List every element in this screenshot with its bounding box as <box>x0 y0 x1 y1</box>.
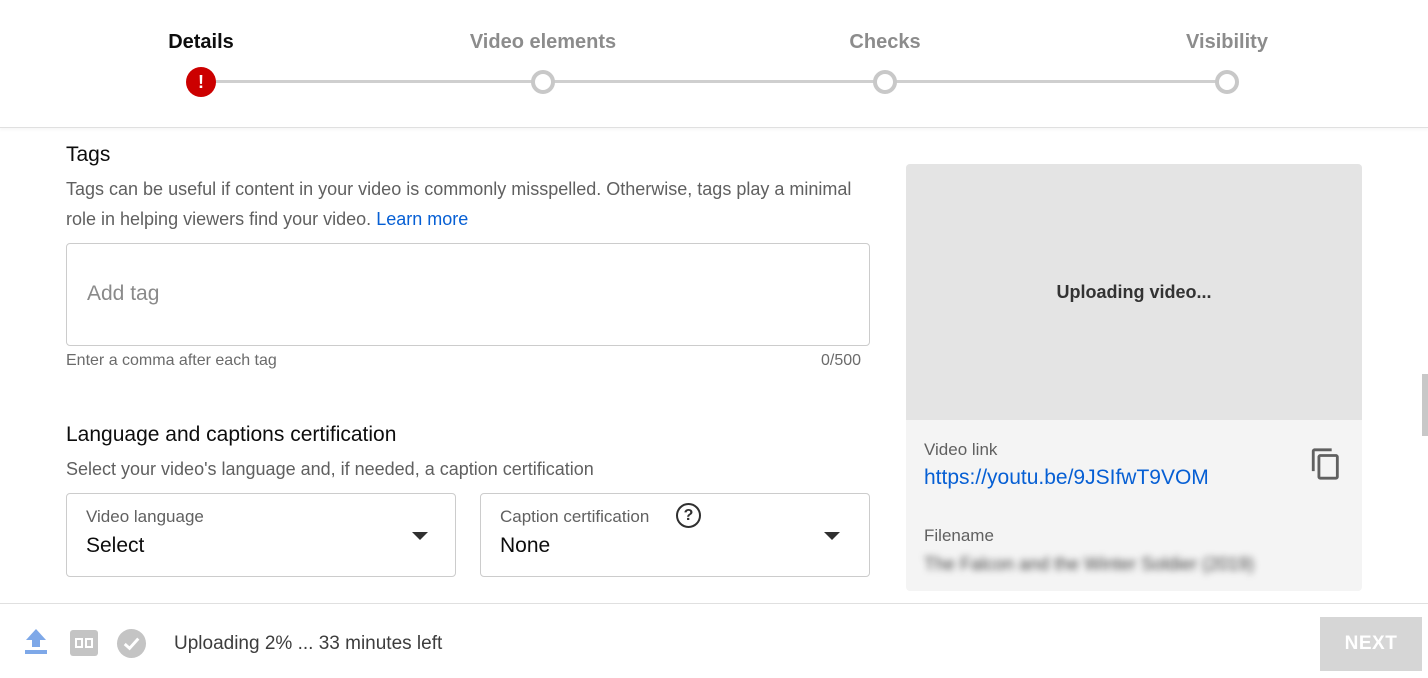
step-checks-label[interactable]: Checks <box>849 31 920 54</box>
caption-certification-value: None <box>500 534 551 557</box>
preview-status: Uploading video... <box>1056 281 1212 302</box>
video-language-label: Video language <box>86 507 204 526</box>
upload-icon <box>25 629 47 654</box>
upload-status: Uploading 2% ... 33 minutes left <box>174 633 443 654</box>
help-icon[interactable]: ? <box>676 503 701 528</box>
chevron-down-icon <box>824 532 840 540</box>
tags-title: Tags <box>66 143 111 166</box>
scrollbar-thumb[interactable] <box>1422 374 1428 436</box>
language-title: Language and captions certification <box>66 423 397 446</box>
video-language-value: Select <box>86 534 145 557</box>
hd-icon <box>70 630 98 656</box>
video-link[interactable]: https://youtu.be/9JSIfwT9VOM <box>924 466 1209 490</box>
tags-field[interactable] <box>66 243 870 346</box>
tags-counter: 0/500 <box>821 352 862 369</box>
learn-more-link[interactable]: Learn more <box>376 209 468 229</box>
stepper-track <box>201 80 1227 83</box>
upload-stepper: Details ! Video elements Checks Visibili… <box>0 0 1428 128</box>
video-language-select[interactable]: Video language Select <box>66 493 456 577</box>
caption-certification-label: Caption certification <box>500 507 650 526</box>
upload-footer: Uploading 2% ... 33 minutes left NEXT <box>0 603 1428 678</box>
step-details-error-icon[interactable]: ! <box>186 67 216 97</box>
copy-icon[interactable] <box>1309 446 1343 482</box>
caption-certification-select[interactable]: Caption certification ? None <box>480 493 870 577</box>
help-glyph: ? <box>683 506 694 524</box>
chevron-down-icon <box>412 532 428 540</box>
step-video-elements-dot[interactable] <box>531 70 555 94</box>
tags-input[interactable] <box>87 282 847 306</box>
video-preview-card: Uploading video... Video link https://yo… <box>906 164 1362 591</box>
filename-label: Filename <box>924 526 994 545</box>
tags-hint: Enter a comma after each tag <box>66 352 277 369</box>
step-visibility-dot[interactable] <box>1215 70 1239 94</box>
step-visibility-label[interactable]: Visibility <box>1186 31 1268 54</box>
next-button[interactable]: NEXT <box>1320 617 1422 671</box>
language-description: Select your video's language and, if nee… <box>66 459 594 479</box>
video-preview-area: Uploading video... <box>906 164 1362 420</box>
step-details-label[interactable]: Details <box>168 31 234 54</box>
error-glyph: ! <box>198 71 204 92</box>
tags-description: Tags can be useful if content in your vi… <box>66 174 866 234</box>
check-circle-icon <box>116 628 147 659</box>
video-link-label: Video link <box>924 440 998 459</box>
step-checks-dot[interactable] <box>873 70 897 94</box>
filename-value: The Falcon and the Winter Soldier (2019) <box>924 554 1255 574</box>
step-video-elements-label[interactable]: Video elements <box>470 31 616 54</box>
